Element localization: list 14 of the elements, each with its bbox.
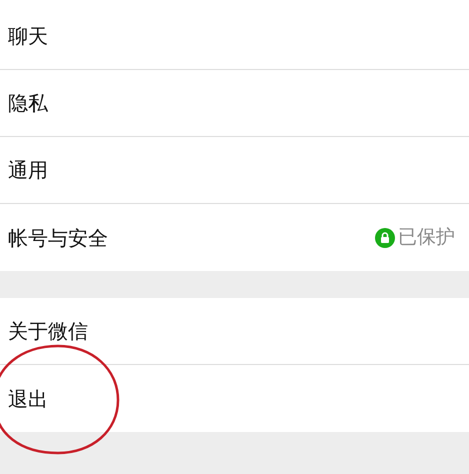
lock-icon (375, 228, 395, 248)
row-label: 退出 (8, 386, 48, 412)
settings-row[interactable]: 通用 (0, 137, 469, 204)
row-label: 通用 (8, 157, 48, 184)
row-label: 关于微信 (8, 318, 88, 345)
settings-row[interactable]: 帐号与安全 已保护 (0, 204, 469, 271)
settings-row[interactable]: 退出 (0, 365, 469, 432)
settings-row[interactable]: 关于微信 (0, 298, 469, 365)
settings-row[interactable]: 隐私 (0, 70, 469, 137)
row-label: 聊天 (8, 23, 48, 50)
row-label: 隐私 (8, 90, 48, 117)
row-label: 帐号与安全 (8, 224, 108, 252)
status-text: 已保护 (398, 225, 455, 250)
settings-row[interactable]: 聊天 (0, 3, 469, 70)
